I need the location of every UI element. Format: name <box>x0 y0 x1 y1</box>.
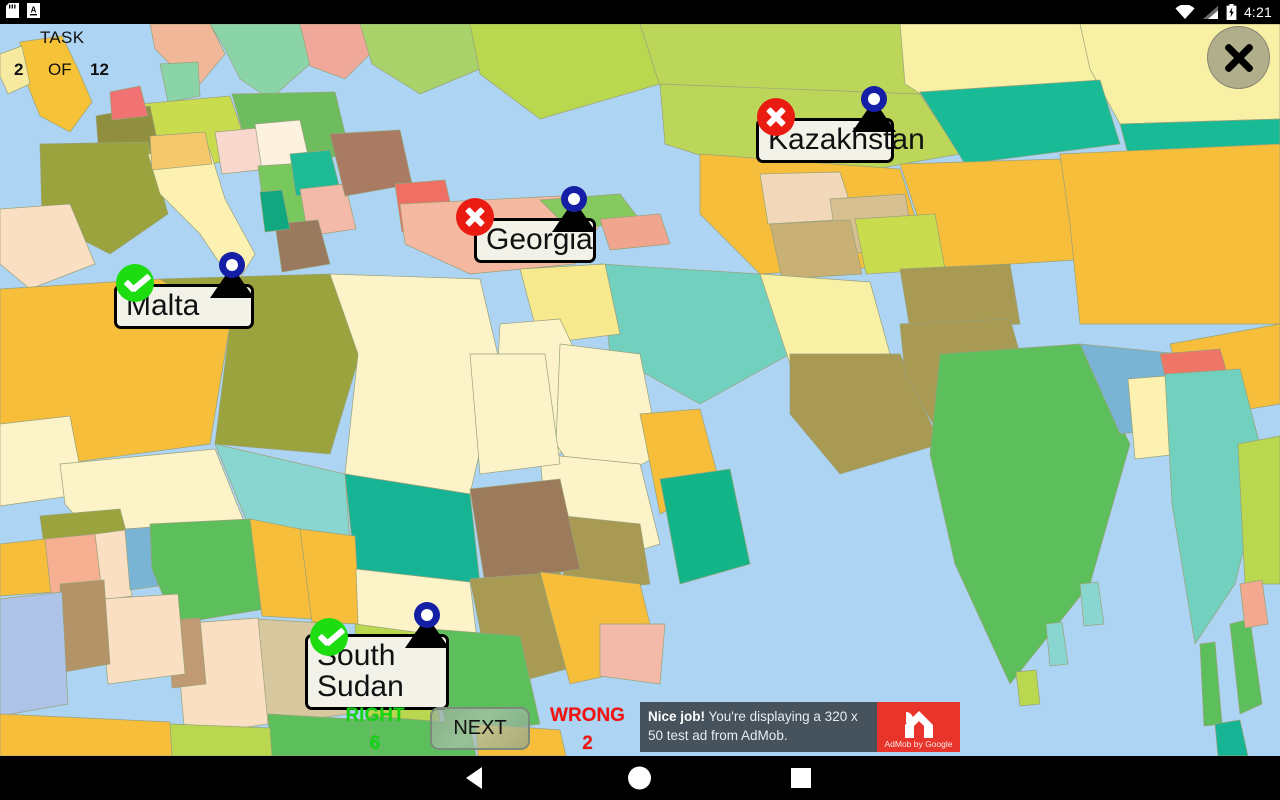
map-pin-icon <box>210 252 254 298</box>
check-icon-stroke-2 <box>130 273 152 293</box>
next-button-label: NEXT <box>453 717 507 739</box>
task-of-label: OF <box>48 60 72 79</box>
signal-icon <box>1202 5 1218 19</box>
status-badge-right <box>310 618 348 656</box>
status-notification-icons: A <box>6 3 40 18</box>
admob-logo: AdMob by Google <box>877 702 960 752</box>
ad-attribution: AdMob by Google <box>884 739 953 749</box>
home-icon[interactable] <box>628 766 651 790</box>
map-pin-icon <box>852 86 896 132</box>
document-a-icon: A <box>27 3 40 18</box>
check-icon-stroke-2 <box>324 627 346 647</box>
world-map[interactable] <box>0 24 1280 756</box>
admob-banner-ad[interactable]: Nice job! You're displaying a 320 x 50 t… <box>640 702 960 752</box>
task-label: TASK <box>40 28 85 47</box>
status-badge-right <box>116 264 154 302</box>
wrong-score: WRONG 2 <box>540 702 635 757</box>
right-score-label: RIGHT <box>345 705 405 726</box>
right-score-count: 6 <box>369 732 381 754</box>
right-score: RIGHT 6 <box>330 702 420 757</box>
svg-text:A: A <box>31 6 37 15</box>
battery-charging-icon <box>1226 4 1237 20</box>
task-current: 2 <box>14 60 24 79</box>
wifi-icon <box>1175 4 1195 19</box>
wrong-score-count: 2 <box>582 732 593 754</box>
back-icon[interactable] <box>466 767 482 789</box>
ad-copy: Nice job! You're displaying a 320 x 50 t… <box>640 702 877 752</box>
recents-icon[interactable] <box>791 768 811 788</box>
sd-card-icon <box>6 3 19 18</box>
status-system-icons: 4:21 <box>1175 0 1272 24</box>
admob-glyph-icon <box>904 711 933 738</box>
pin-head <box>219 252 245 278</box>
status-badge-wrong <box>456 198 494 236</box>
ad-headline: Nice job! <box>648 709 706 724</box>
map-pin-icon <box>405 602 449 648</box>
map-graphic <box>0 24 1280 756</box>
android-navigation-bar <box>0 756 1280 800</box>
pin-head <box>861 86 887 112</box>
pin-head <box>561 186 587 212</box>
next-button[interactable]: NEXT <box>430 707 530 750</box>
map-pin-icon <box>552 186 596 232</box>
status-badge-wrong <box>757 98 795 136</box>
android-status-bar: A 4:21 <box>0 0 1280 24</box>
pin-head <box>414 602 440 628</box>
wrong-score-label: WRONG <box>550 705 625 726</box>
app-screen: A 4:21 TASK 2 OF 12 Kazakhstan Georgia M… <box>0 0 1280 800</box>
task-total: 12 <box>90 60 109 79</box>
close-icon[interactable] <box>1207 26 1270 89</box>
status-clock: 4:21 <box>1243 4 1272 20</box>
